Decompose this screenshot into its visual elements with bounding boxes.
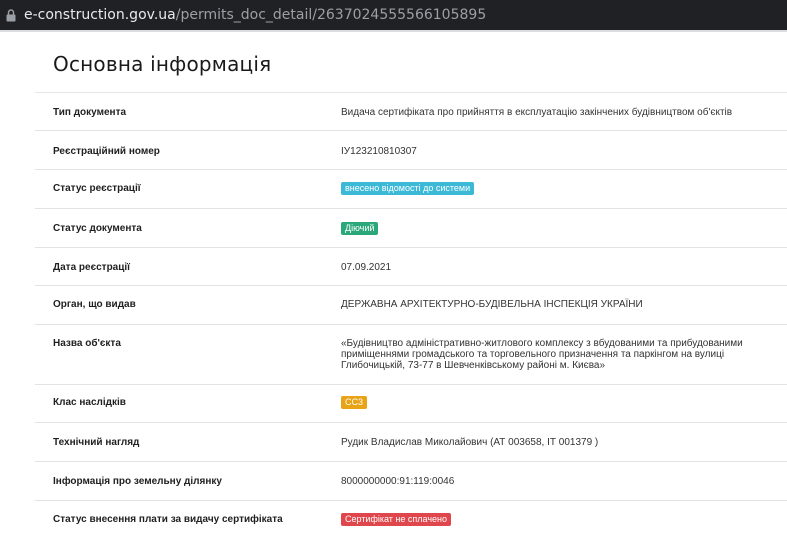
main-info-card: Основна інформація Тип документа Видача … <box>22 34 787 535</box>
row-value: ДЕРЖАВНА АРХІТЕКТУРНО-БУДІВЕЛЬНА ІНСПЕКЦ… <box>341 299 643 310</box>
info-row-tech-supervision: Технічний нагляд Рудик Владислав Миколай… <box>35 423 787 462</box>
row-label: Дата реєстрації <box>53 262 130 273</box>
info-row-fee-status: Статус внесення плати за видачу сертифік… <box>35 501 787 535</box>
row-value: «Будівництво адміністративно-житлового к… <box>341 338 743 371</box>
page-title: Основна інформація <box>53 52 272 76</box>
info-row-land-plot: Інформація про земельну ділянку 80000000… <box>35 462 787 501</box>
row-label: Клас наслідків <box>53 397 126 408</box>
row-value: 8000000000:91:119:0046 <box>341 476 455 487</box>
row-label: Статус внесення плати за видачу сертифік… <box>53 514 283 525</box>
row-label: Статус реєстрації <box>53 183 141 194</box>
row-value: Рудик Владислав Миколайович (АТ 003658, … <box>341 437 599 448</box>
status-badge: Діючий <box>341 222 379 235</box>
row-label: Назва об'єкта <box>53 338 121 349</box>
info-row-consequence-class: Клас наслідків СС3 <box>35 385 787 423</box>
row-label: Технічний нагляд <box>53 437 140 448</box>
info-row-issuer: Орган, що видав ДЕРЖАВНА АРХІТЕКТУРНО-БУ… <box>35 286 787 325</box>
url-text[interactable]: e-construction.gov.ua/permits_doc_detail… <box>24 7 486 23</box>
class-badge: СС3 <box>341 396 368 409</box>
browser-address-bar[interactable]: e-construction.gov.ua/permits_doc_detail… <box>0 0 787 30</box>
info-row-object-name: Назва об'єкта «Будівництво адміністратив… <box>35 325 787 385</box>
row-label: Орган, що видав <box>53 299 136 310</box>
info-row-reg-number: Реєстраційний номер ІУ123210810307 <box>35 131 787 170</box>
row-label: Тип документа <box>53 107 127 118</box>
info-row-doc-status: Статус документа Діючий <box>35 209 787 248</box>
url-path: /permits_doc_detail/2637024555566105895 <box>175 7 487 23</box>
status-badge: Сертифікат не сплачено <box>341 513 452 526</box>
info-row-reg-status: Статус реєстрації внесено відомості до с… <box>35 170 787 209</box>
row-value: 07.09.2021 <box>341 262 392 273</box>
row-value: ІУ123210810307 <box>341 146 417 157</box>
row-label: Інформація про земельну ділянку <box>53 476 222 487</box>
row-value: Видача сертифіката про прийняття в експл… <box>341 107 733 118</box>
row-label: Реєстраційний номер <box>53 146 160 157</box>
address-bar-divider <box>0 30 787 32</box>
info-row-reg-date: Дата реєстрації 07.09.2021 <box>35 248 787 286</box>
info-row-doc-type: Тип документа Видача сертифіката про при… <box>35 93 787 131</box>
url-host: e-construction.gov.ua <box>24 7 176 23</box>
status-badge: внесено відомості до системи <box>341 182 475 195</box>
row-label: Статус документа <box>53 223 142 234</box>
lock-icon <box>4 7 18 23</box>
